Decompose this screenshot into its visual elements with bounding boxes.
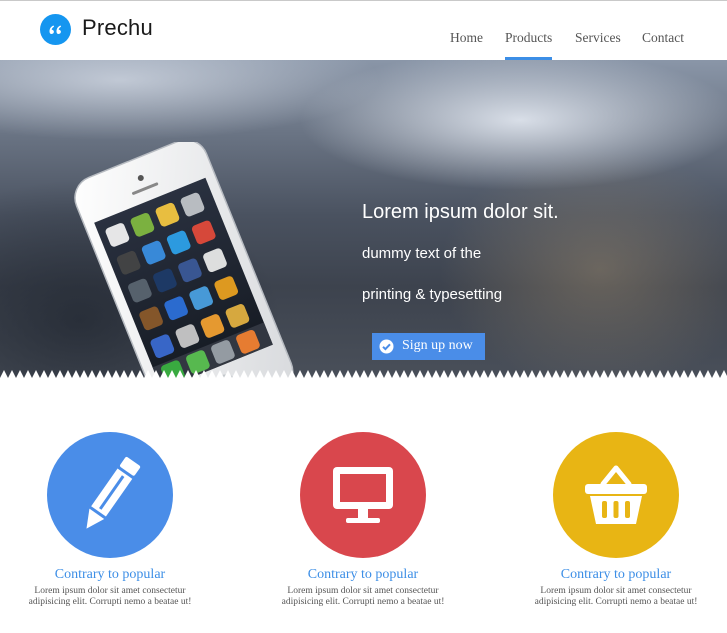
hero-subtitle-line2: printing & typesetting (362, 286, 503, 303)
feature-desc-line2: adipisicing elit. Corrupti nemo a beatae… (28, 597, 192, 607)
feature-icon-circle (553, 432, 679, 558)
hero-title: Lorem ipsum dolor sit. (362, 201, 559, 223)
basket-icon (585, 465, 647, 524)
feature-description: Lorem ipsum dolor sit amet consectetur a… (12, 586, 208, 608)
zigzag-divider (0, 370, 727, 386)
sign-up-button[interactable]: Sign up now (372, 333, 485, 360)
feature-description: Lorem ipsum dolor sit amet consectetur a… (518, 586, 714, 608)
feature-desc-line2: adipisicing elit. Corrupti nemo a beatae… (534, 597, 698, 607)
hero-banner: Lorem ipsum dolor sit. dummy text of the… (0, 60, 727, 384)
feature-icon-circle (47, 432, 173, 558)
check-circle-icon (379, 339, 394, 354)
nav-contact[interactable]: Contact (642, 30, 684, 46)
feature-title[interactable]: Contrary to popular (518, 567, 714, 583)
feature-icon-circle (300, 432, 426, 558)
feature-title[interactable]: Contrary to popular (265, 567, 461, 583)
smartphone-image (74, 142, 294, 384)
logo-text[interactable]: Prechu (82, 15, 153, 41)
feature-desc-line1: Lorem ipsum dolor sit amet consectetur (287, 586, 439, 596)
quote-logo-icon[interactable] (40, 14, 71, 45)
feature-desc-line2: adipisicing elit. Corrupti nemo a beatae… (281, 597, 445, 607)
nav-home[interactable]: Home (450, 30, 483, 46)
hero-subtitle-line1: dummy text of the (362, 245, 482, 262)
feature-description: Lorem ipsum dolor sit amet consectetur a… (265, 586, 461, 608)
feature-card-1: Contrary to popular Lorem ipsum dolor si… (29, 432, 192, 612)
site-header: Prechu Home Products Services Contact (0, 1, 727, 60)
monitor-icon (333, 467, 393, 523)
nav-products[interactable]: Products (505, 30, 552, 46)
feature-desc-line1: Lorem ipsum dolor sit amet consectetur (540, 586, 692, 596)
feature-card-2: Contrary to popular Lorem ipsum dolor si… (282, 432, 445, 612)
feature-card-3: Contrary to popular Lorem ipsum dolor si… (535, 432, 698, 612)
pencil-icon (86, 457, 141, 529)
feature-title[interactable]: Contrary to popular (12, 567, 208, 583)
nav-services[interactable]: Services (575, 30, 621, 46)
feature-desc-line1: Lorem ipsum dolor sit amet consectetur (34, 586, 186, 596)
sign-up-label: Sign up now (402, 338, 473, 353)
